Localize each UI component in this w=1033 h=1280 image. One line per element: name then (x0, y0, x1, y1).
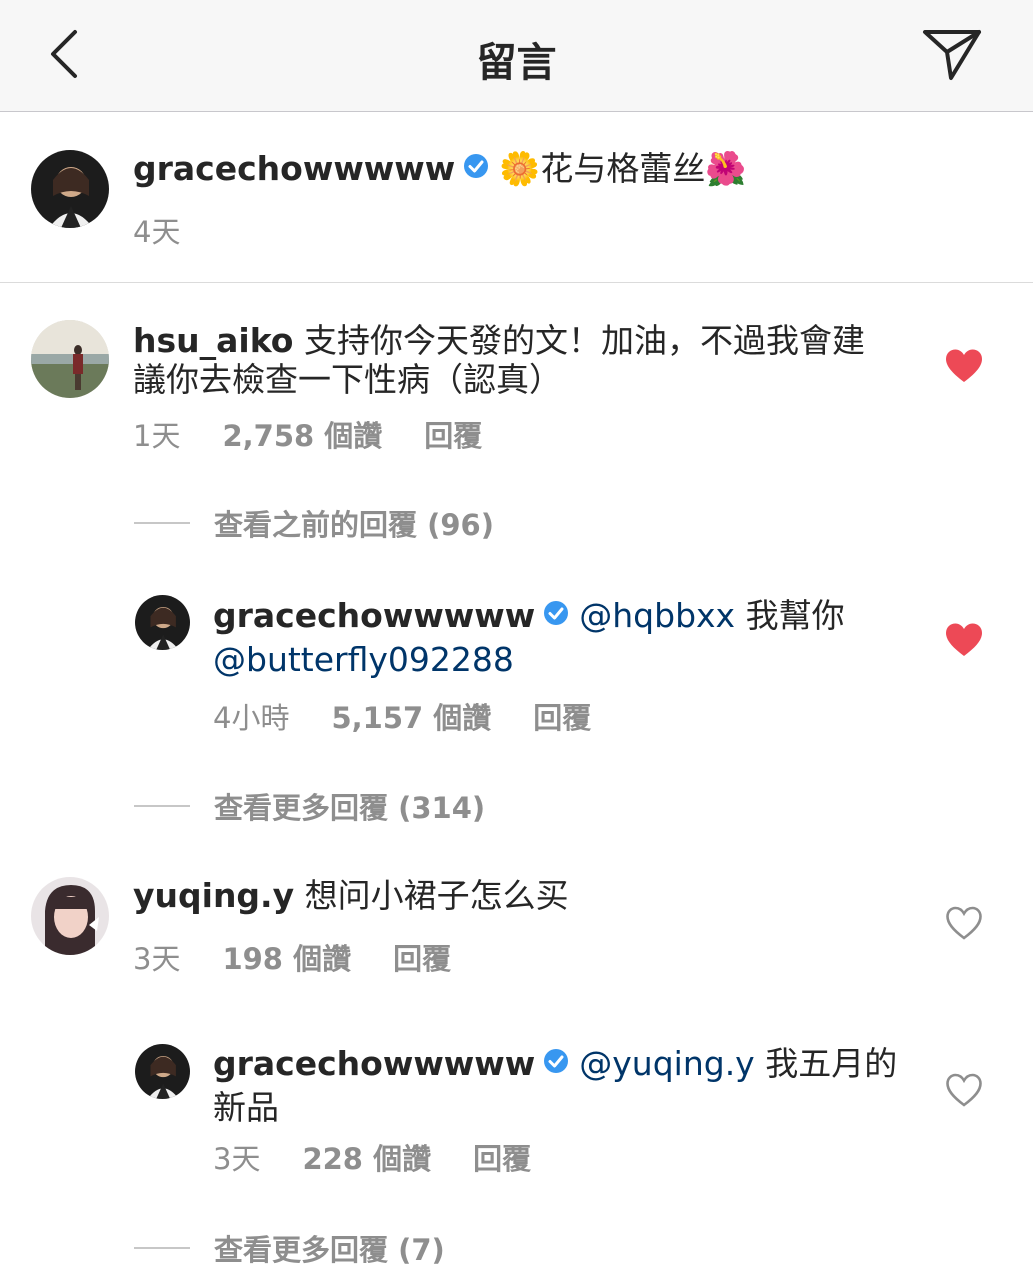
send-direct-icon (923, 30, 981, 80)
reply-body: 我幫你 (745, 596, 845, 635)
comment-username[interactable]: hsu_aiko (133, 321, 293, 360)
view-replies-label: 查看更多回覆 (314) (214, 791, 486, 825)
divider-line (134, 1247, 190, 1249)
reply-username[interactable]: gracechowwwww (213, 1044, 535, 1083)
heart-filled-icon[interactable] (944, 348, 984, 384)
page-title: 留言 (476, 40, 557, 86)
send-button[interactable] (918, 22, 986, 86)
timestamp: 3天 (133, 942, 181, 976)
heart-outline-icon[interactable] (944, 1072, 984, 1108)
caption-meta: 4天 (133, 209, 222, 251)
avatar[interactable] (135, 1044, 190, 1099)
comment-body-line1: 支持你今天發的文！加油，不過我會建 (303, 321, 865, 360)
sunflower-emoji: 🌼 (499, 149, 541, 188)
comment-body-line2: 議你去檢查一下性病（認真） (133, 360, 562, 399)
heart-outline-icon[interactable] (944, 905, 984, 941)
verified-badge-icon (463, 148, 489, 187)
divider-line (134, 522, 190, 524)
hibiscus-emoji: 🌺 (705, 149, 747, 188)
timestamp: 4天 (133, 215, 181, 249)
view-more-replies[interactable]: 查看更多回覆 (7) (134, 1227, 445, 1269)
timestamp: 1天 (133, 419, 181, 453)
reply-button[interactable]: 回覆 (533, 701, 591, 735)
reply-button[interactable]: 回覆 (424, 419, 482, 453)
comment-meta: 3天 198 個讚 回覆 (133, 936, 493, 978)
verified-badge-icon (543, 595, 569, 634)
reply-username[interactable]: gracechowwwww (213, 596, 535, 635)
comment-text: yuqing.y 想问小裙子怎么买 (133, 876, 913, 915)
caption-text: gracechowwwww 🌼花与格蕾丝🌺 (133, 148, 993, 193)
comment-body: 想问小裙子怎么买 (304, 876, 569, 915)
likes-count[interactable]: 5,157 個讚 (331, 701, 491, 735)
mention-link[interactable]: @butterfly092288 (213, 640, 514, 679)
post-caption: gracechowwwww 🌼花与格蕾丝🌺 4天 (0, 113, 1033, 283)
timestamp: 4小時 (213, 701, 290, 735)
mention-link[interactable]: @yuqing.y (579, 1044, 754, 1083)
view-replies-label: 查看之前的回覆 (96) (214, 508, 494, 542)
timestamp: 3天 (213, 1142, 261, 1176)
view-previous-replies[interactable]: 查看之前的回覆 (96) (134, 502, 494, 544)
reply-text: gracechowwwww @hqbbxx 我幫你 @butterfly09228… (213, 595, 913, 679)
reply-meta: 4小時 5,157 個讚 回覆 (213, 695, 633, 737)
reply-meta: 3天 228 個讚 回覆 (213, 1136, 573, 1178)
likes-count[interactable]: 198 個讚 (222, 942, 351, 976)
reply-text: gracechowwwww @yuqing.y 我五月的 新品 (213, 1043, 913, 1127)
caption-body: 花与格蕾丝 (540, 149, 706, 188)
reply-body-line1: 我五月的 (765, 1044, 898, 1083)
heart-filled-icon[interactable] (944, 622, 984, 658)
view-replies-label: 查看更多回覆 (7) (214, 1233, 445, 1267)
view-more-replies[interactable]: 查看更多回覆 (314) (134, 785, 485, 827)
avatar[interactable] (135, 595, 190, 650)
comment-meta: 1天 2,758 個讚 回覆 (133, 413, 524, 455)
header-bar: 留言 (0, 0, 1033, 112)
caption-username[interactable]: gracechowwwww (133, 149, 455, 188)
reply-button[interactable]: 回覆 (473, 1142, 531, 1176)
reply-body-line2: 新品 (213, 1088, 279, 1127)
verified-badge-icon (543, 1043, 569, 1082)
divider-line (134, 805, 190, 807)
mention-link[interactable]: @hqbbxx (579, 596, 735, 635)
likes-count[interactable]: 2,758 個讚 (222, 419, 382, 453)
comment-text: hsu_aiko 支持你今天發的文！加油，不過我會建 議你去檢查一下性病（認真） (133, 321, 913, 399)
reply-button[interactable]: 回覆 (393, 942, 451, 976)
comment-username[interactable]: yuqing.y (133, 876, 294, 915)
avatar[interactable] (31, 150, 109, 228)
likes-count[interactable]: 228 個讚 (302, 1142, 431, 1176)
avatar[interactable] (31, 877, 109, 955)
avatar[interactable] (31, 320, 109, 398)
